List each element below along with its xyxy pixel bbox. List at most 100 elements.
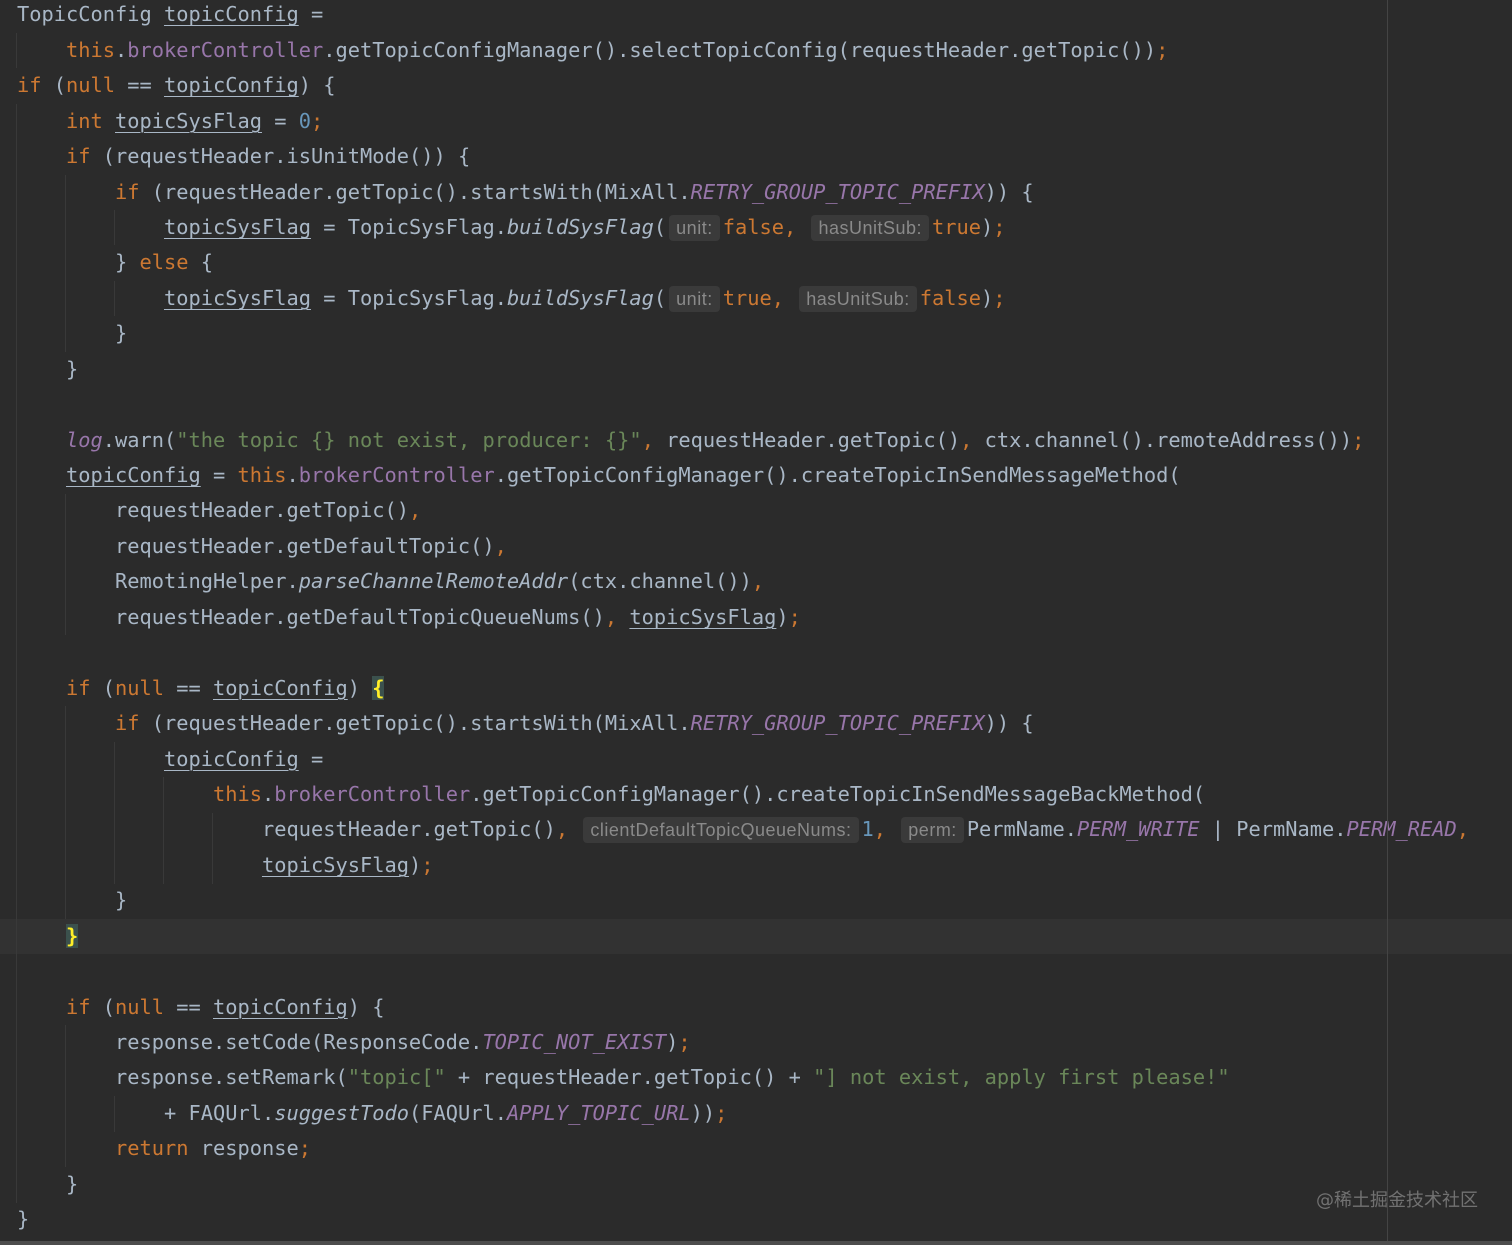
code-text: } [17,1207,30,1232]
static-method-token: buildSysFlag [506,285,654,310]
punctuation-token: ; [788,604,801,629]
code-line[interactable]: response.setRemark("topic[" + requestHea… [0,1060,1512,1095]
keyword-token: null [115,994,164,1019]
code-line[interactable]: } [0,883,1512,918]
constant-token: RETRY_GROUP_TOPIC_PREFIX [690,179,985,204]
punctuation-token: , [1456,817,1469,842]
right-margin-guide [1387,0,1388,1241]
reassigned-variable: topicConfig [213,994,348,1019]
code-editor[interactable]: TopicConfig topicConfig = this.brokerCon… [0,0,1512,1241]
code-text: = [298,2,324,27]
reassigned-variable: topicConfig [66,463,201,487]
code-line[interactable]: } [0,352,1512,387]
code-line[interactable]: topicSysFlag = TopicSysFlag.buildSysFlag… [0,281,1512,316]
code-line[interactable]: int topicSysFlag = 0; [0,104,1512,139]
code-line[interactable]: } [0,316,1512,351]
constant-token: RETRY_GROUP_TOPIC_PREFIX [690,711,985,736]
code-line[interactable]: + FAQUrl.suggestTodo(FAQUrl.APPLY_TOPIC_… [0,1096,1512,1131]
code-line[interactable]: requestHeader.getDefaultTopic(), [0,529,1512,564]
punctuation-token: , [408,498,422,523]
code-line[interactable]: } else { [0,245,1512,280]
constant-token: PERM_WRITE [1077,817,1200,842]
code-text: = [298,746,324,771]
code-text: } [66,1171,79,1196]
code-line[interactable]: if (null == topicConfig) { [0,671,1512,706]
code-line[interactable]: if (null == topicConfig) { [0,68,1512,103]
code-line[interactable]: this.brokerController.getTopicConfigMana… [0,777,1512,812]
code-text: == [164,994,213,1019]
punctuation-token: ; [310,108,324,133]
code-line[interactable] [0,954,1512,989]
code-line[interactable]: log.warn("the topic {} not exist, produc… [0,423,1512,458]
keyword-token: if [114,711,140,736]
code-line[interactable]: } [0,1167,1512,1202]
code-text: (FAQUrl. [408,1100,507,1125]
code-line[interactable]: } [0,1202,1512,1237]
code-line[interactable]: requestHeader.getDefaultTopicQueueNums()… [0,600,1512,635]
code-text: { [188,250,213,275]
code-text: requestHeader.getTopic() [114,498,409,523]
string-literal: "topic[" [347,1065,446,1090]
keyword-token: int [66,108,103,133]
code-line[interactable]: topicConfig = [0,742,1512,777]
code-line[interactable]: if (requestHeader.getTopic().startsWith(… [0,175,1512,210]
code-line-current[interactable]: } [0,918,1512,955]
reassigned-variable: topicSysFlag [163,214,311,239]
code-line[interactable]: this.brokerController.getTopicConfigMana… [0,33,1512,68]
code-text: .warn( [102,427,177,452]
static-method-token: buildSysFlag [506,214,654,239]
code-text: ( [653,285,667,310]
code-line[interactable]: return response; [0,1131,1512,1166]
code-line[interactable]: topicConfig = this.brokerController.getT… [0,458,1512,493]
parameter-name-hint: unit: [669,214,720,241]
code-line[interactable]: requestHeader.getTopic(), [0,493,1512,528]
field-token: brokerController [127,37,324,62]
constant-token: APPLY_TOPIC_URL [506,1100,691,1125]
keyword-token: this [237,463,287,487]
code-text: ) [666,1030,679,1054]
keyword-token: true [932,214,982,239]
string-literal: "] not exist, apply first please!" [813,1065,1230,1090]
code-line[interactable] [0,387,1512,422]
keyword-token: true [722,285,772,310]
code-line[interactable]: RemotingHelper.parseChannelRemoteAddr(ct… [0,564,1512,599]
code-text: ctx.channel().remoteAddress()) [984,427,1353,452]
matched-brace: { [372,675,385,700]
static-method-token: parseChannelRemoteAddr [298,569,569,594]
parameter-name-hint: clientDefaultTopicQueueNums: [583,817,859,844]
code-text: = [261,108,299,133]
code-line[interactable]: if (null == topicConfig) { [0,990,1512,1025]
code-line[interactable]: topicSysFlag); [0,848,1512,883]
code-text: ) [408,852,422,877]
string-literal: "the topic {} not exist, producer: {}" [176,427,642,452]
number-literal: 1 [861,817,874,842]
code-text: == [164,675,213,700]
code-text: ) { [347,994,385,1019]
code-text: (requestHeader.getTopic().startsWith(Mix… [139,179,691,204]
punctuation-token: ; [298,1136,311,1161]
code-line[interactable]: TopicConfig topicConfig = [0,0,1512,33]
parameter-name-hint: perm: [901,817,964,844]
code-lines[interactable]: TopicConfig topicConfig = this.brokerCon… [0,0,1512,1238]
code-line[interactable]: requestHeader.getTopic(), clientDefaultT… [0,812,1512,847]
code-line[interactable]: if (requestHeader.isUnitMode()) { [0,139,1512,174]
punctuation-token: ; [993,214,1006,239]
code-text: .getTopicConfigManager().createTopicInSe… [470,781,1206,806]
parameter-name-hint: hasUnitSub: [799,285,917,312]
static-method-token: suggestTodo [274,1100,409,1125]
code-line[interactable] [0,635,1512,670]
code-line[interactable]: topicSysFlag = TopicSysFlag.buildSysFlag… [0,210,1512,245]
code-line[interactable]: if (requestHeader.getTopic().startsWith(… [0,706,1512,741]
code-line[interactable]: response.setCode(ResponseCode.TOPIC_NOT_… [0,1025,1512,1060]
